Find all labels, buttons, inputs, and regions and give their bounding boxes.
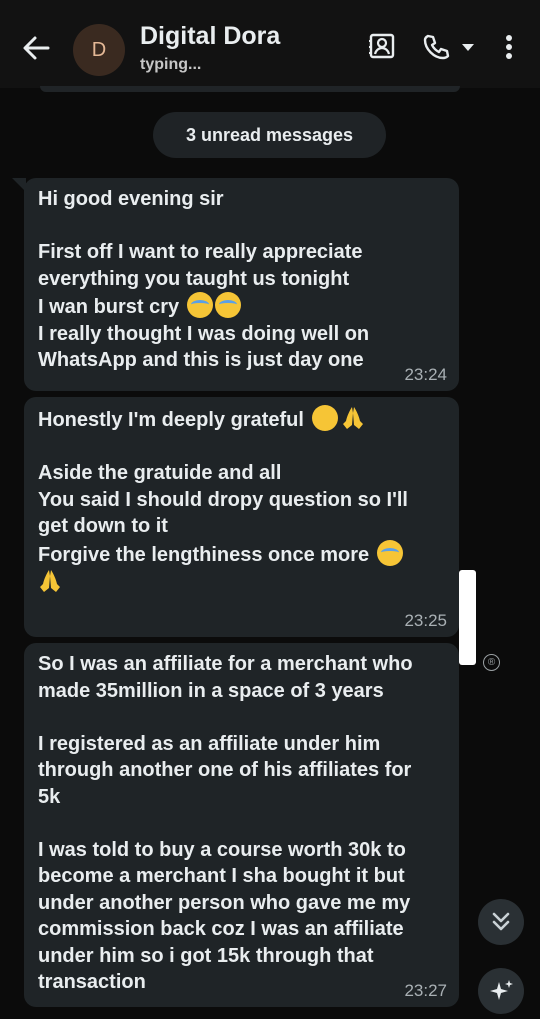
message-line: Honestly I'm deeply grateful [38, 409, 304, 431]
message-line: I registered as an affiliate under him [38, 732, 381, 755]
message-line: WhatsApp and this is just day one [38, 349, 364, 371]
dropdown-icon[interactable] [458, 32, 478, 62]
crying-face-emoji-icon [186, 292, 213, 318]
message-bubble[interactable]: Hi good evening sir First off I want to … [12, 178, 459, 391]
message-timestamp: 23:27 [404, 981, 447, 1000]
message-line: under another person who gave me my [38, 891, 411, 914]
message-bubble[interactable]: Honestly I'm deeply grateful Aside the g… [24, 397, 459, 637]
typing-status: typing... [140, 56, 202, 73]
message-line: You said I should dropy question so I'll [38, 488, 408, 511]
crying-face-emoji-icon [376, 539, 403, 566]
message-line: So I was an affiliate for a merchant who [38, 653, 413, 675]
ai-assistant-button[interactable] [478, 968, 524, 1014]
overlay-fragment [459, 570, 476, 665]
message-line: 5k [38, 785, 61, 808]
message-line-emoji-only [38, 568, 445, 597]
message-line: through another one of his affiliates fo… [38, 759, 412, 781]
message-line: commission back coz I was an affiliate [38, 918, 404, 940]
message-line-with-emoji: I wan burst cry [38, 292, 445, 321]
chat-header: D Digital Dora typing... [0, 0, 540, 88]
registered-mark: ® [483, 654, 500, 671]
sparkle-icon [490, 980, 513, 1000]
phone-icon[interactable] [421, 32, 451, 62]
message-timestamp: 23:24 [404, 365, 447, 384]
scroll-to-bottom-button[interactable] [478, 899, 524, 945]
message-line: made 35million in a space of 3 years [38, 679, 384, 702]
message-line: everything you taught us tonight [38, 267, 350, 290]
unread-messages-banner: 3 unread messages [153, 112, 386, 158]
message-line-with-emoji: Honestly I'm deeply grateful [38, 405, 445, 434]
back-arrow-icon[interactable] [18, 30, 54, 66]
message-line: I wan burst cry [38, 296, 180, 318]
bubble-tail [12, 178, 26, 192]
message-line: I was told to buy a course worth 30k to [38, 838, 406, 861]
message-line: I really thought I was doing well on [38, 322, 370, 345]
avatar[interactable]: D [73, 24, 125, 76]
previous-bubble-edge [40, 86, 460, 92]
message-timestamp: 23:25 [404, 611, 447, 630]
folded-hands-emoji-icon [341, 405, 365, 431]
message-line: Forgive the lengthiness once more [38, 543, 370, 566]
contact-card-icon[interactable] [367, 32, 397, 62]
message-line: under him so i got 15k through that [38, 944, 374, 967]
double-chevron-down-icon [492, 912, 510, 931]
crying-face-emoji-icon [214, 292, 241, 318]
message-line-with-emoji: Forgive the lengthiness once more [38, 539, 445, 569]
message-line: First off I want to really appreciate [38, 241, 363, 263]
more-icon[interactable] [497, 32, 521, 62]
message-line: become a merchant I sha bought it but [38, 865, 405, 887]
sad-face-emoji-icon [311, 405, 338, 431]
message-bubble[interactable]: So I was an affiliate for a merchant who… [24, 643, 459, 1007]
message-line: transaction [38, 971, 146, 993]
message-line: Hi good evening sir [38, 188, 224, 210]
message-line: get down to it [38, 515, 168, 537]
contact-name[interactable]: Digital Dora [140, 22, 280, 51]
folded-hands-emoji-icon [38, 568, 62, 594]
message-line: Aside the gratuide and all [38, 462, 282, 484]
